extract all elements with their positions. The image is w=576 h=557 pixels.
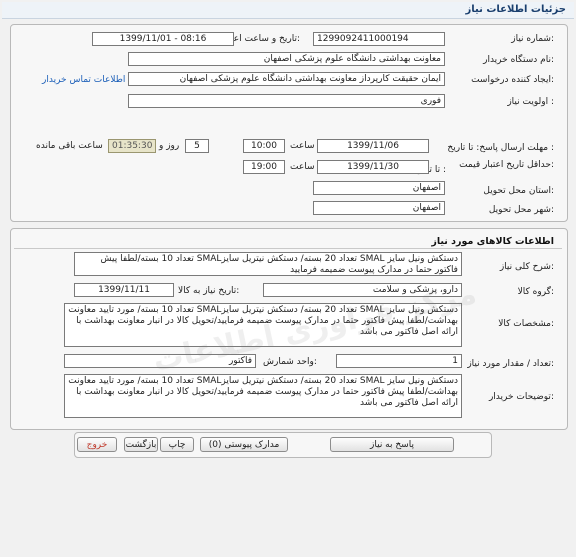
province-field: اصفهان xyxy=(313,181,445,195)
need-date-label: تاریخ نیاز به کالا: xyxy=(178,286,240,296)
need-number-field: 1299092411000194 xyxy=(313,32,445,46)
buyer-desc-field: دستکش ونیل سایز SMAL تعداد 20 بسته/ دستک… xyxy=(64,374,462,418)
validity-time-field: 19:00 xyxy=(243,160,285,174)
remain-time-field: 01:35:30 xyxy=(108,139,156,153)
validity-time-label: ساعت xyxy=(290,162,315,172)
spec-label: مشخصات کالا: xyxy=(498,319,554,329)
page-title: جزئیات اطلاعات نیاز xyxy=(465,4,566,15)
goods-section-title: اطلاعات کالاهای مورد نیاز xyxy=(431,236,554,247)
deadline-label: مهلت ارسال پاسخ: تا تاریخ : xyxy=(447,143,554,153)
attachments-button[interactable]: مدارک پیوستی (0) xyxy=(200,437,288,452)
buyer-desc-label: توضیحات خریدار: xyxy=(488,392,554,402)
creator-field: ایمان حقیقت کارپرداز معاونت بهداشتی دانش… xyxy=(128,72,445,86)
deadline-time-label: ساعت xyxy=(290,141,315,151)
validity-label: حداقل تاریخ اعتبار قیمت: xyxy=(459,160,554,170)
remain-days-field: 5 xyxy=(185,139,209,153)
qty-label: تعداد / مقدار مورد نیاز: xyxy=(467,359,554,369)
announce-datetime-field: 1399/11/01 - 08:16 xyxy=(92,32,234,46)
need-number-label: شماره نیاز: xyxy=(511,34,554,44)
validity-date-field: 1399/11/30 xyxy=(317,160,429,174)
goods-divider xyxy=(14,248,562,249)
buyer-contact-link[interactable]: اطلاعات تماس خریدار xyxy=(42,75,125,85)
city-field: اصفهان xyxy=(313,201,445,215)
province-label: استان محل تحویل: xyxy=(483,186,554,196)
qty-field: 1 xyxy=(336,354,462,368)
unit-label: واحد شمارش: xyxy=(263,357,317,367)
priority-field: فوری xyxy=(128,94,445,108)
group-label: گروه کالا: xyxy=(517,287,554,297)
remain-days-label: روز و xyxy=(159,141,180,151)
creator-label: ایجاد کننده درخواست: xyxy=(471,75,554,85)
back-button[interactable]: بازگشت xyxy=(124,437,158,452)
page-header: جزئیات اطلاعات نیاز xyxy=(2,2,574,19)
deadline-date-field: 1399/11/06 xyxy=(317,139,429,153)
deadline-time-field: 10:00 xyxy=(243,139,285,153)
buyer-field: معاونت بهداشتی دانشگاه علوم پزشکی اصفهان xyxy=(128,52,445,66)
priority-label: اولویت نیاز : xyxy=(507,97,554,107)
buyer-label: نام دستگاه خریدار: xyxy=(483,55,554,65)
need-date-field: 1399/11/11 xyxy=(74,283,174,297)
summary-label: شرح کلی نیاز: xyxy=(499,262,554,272)
city-label: شهر محل تحویل: xyxy=(488,205,554,215)
print-button[interactable]: چاپ xyxy=(160,437,194,452)
exit-button[interactable]: خروج xyxy=(77,437,117,452)
summary-field: دستکش ونیل سایز SMAL تعداد 20 بسته/ دستک… xyxy=(74,252,462,276)
remain-label: ساعت باقی مانده xyxy=(36,141,103,151)
respond-button[interactable]: پاسخ به نیاز xyxy=(330,437,454,452)
